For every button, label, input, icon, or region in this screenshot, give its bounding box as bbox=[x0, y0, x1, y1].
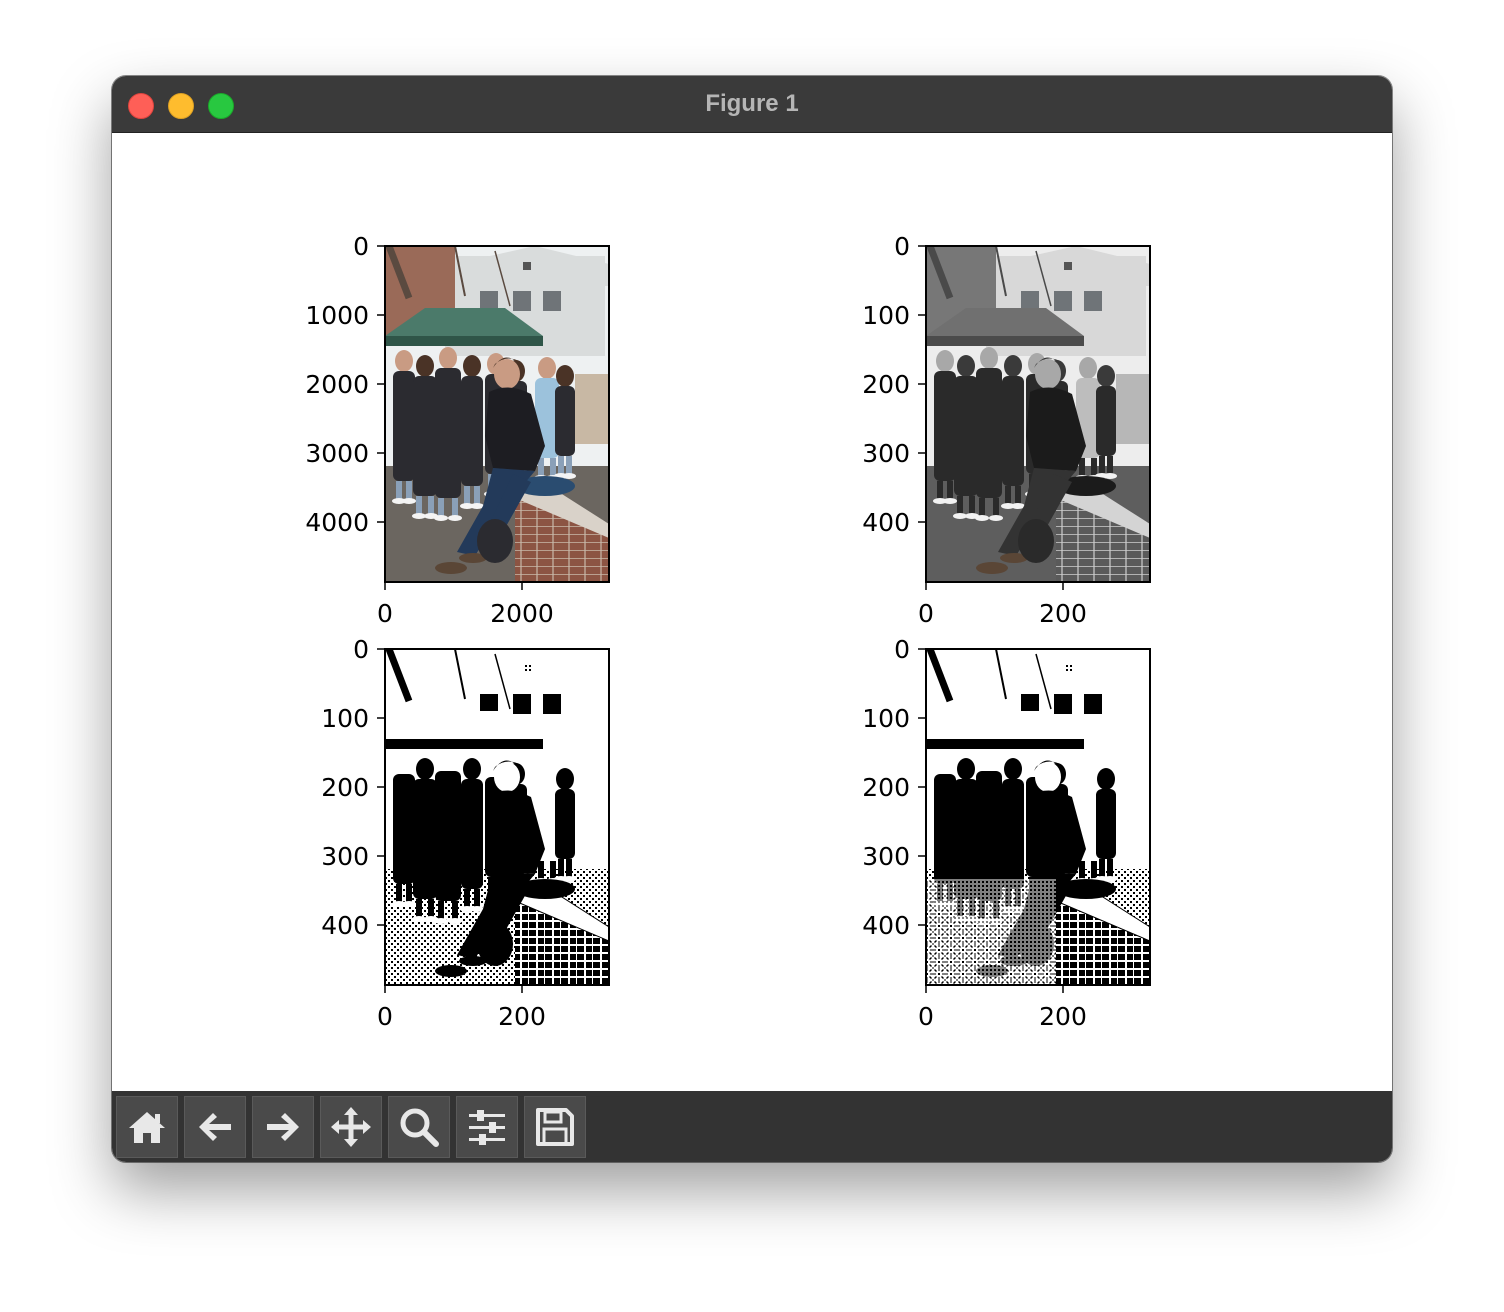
y-tick-label: 2000 bbox=[305, 370, 369, 399]
y-tick-label: 200 bbox=[862, 773, 910, 802]
back-button[interactable] bbox=[184, 1096, 246, 1158]
figure-svg[interactable]: 010002000300040000 200001002003004000 2000… bbox=[112, 133, 1392, 1091]
arrow-left-icon bbox=[199, 1113, 231, 1141]
home-button[interactable] bbox=[116, 1096, 178, 1158]
dithered-image-pixels bbox=[926, 649, 1150, 985]
y-tick-label: 100 bbox=[862, 301, 910, 330]
figure-canvas[interactable]: 0 1000 2000 3000 4000 0 2000 0 100 200 300 400 0 200 0… bbox=[112, 133, 1392, 1091]
search-icon bbox=[400, 1108, 439, 1147]
y-tick-label: 300 bbox=[321, 842, 369, 871]
y-tick-label: 1000 bbox=[305, 301, 369, 330]
x-tick-label: 200 bbox=[1039, 1002, 1087, 1031]
figure-window: Figure 1 0 1000 2000 3000 4000 0 2000 0 … bbox=[112, 76, 1392, 1162]
y-tick-label: 300 bbox=[862, 842, 910, 871]
window-title: Figure 1 bbox=[705, 90, 799, 117]
y-tick-label: 400 bbox=[321, 911, 369, 940]
x-tick-label: 0 bbox=[377, 1002, 393, 1031]
y-tick-label: 4000 bbox=[305, 508, 369, 537]
configure-subplots-button[interactable] bbox=[456, 1096, 518, 1158]
threshold-image-pixels bbox=[385, 649, 609, 985]
original-color-image[interactable]: 0 1000 2000 3000 4000 0 2000 bbox=[305, 232, 610, 628]
save-icon bbox=[536, 1108, 574, 1146]
y-tick-label: 400 bbox=[862, 508, 910, 537]
y-tick-label: 100 bbox=[862, 704, 910, 733]
y-tick-label: 300 bbox=[862, 439, 910, 468]
y-tick-label: 0 bbox=[353, 232, 369, 261]
y-tick-label: 0 bbox=[353, 635, 369, 664]
x-tick-label: 2000 bbox=[490, 599, 554, 628]
sliders-icon bbox=[469, 1110, 505, 1145]
forward-button[interactable] bbox=[252, 1096, 314, 1158]
threshold-image[interactable]: 0 100 200 300 400 0 200 bbox=[321, 635, 610, 1031]
original-color-image-pixels bbox=[385, 246, 609, 582]
navigation-toolbar bbox=[112, 1091, 1392, 1162]
y-tick-label: 0 bbox=[894, 232, 910, 261]
x-tick-label: 0 bbox=[918, 599, 934, 628]
y-tick-label: 200 bbox=[321, 773, 369, 802]
grayscale-image-pixels bbox=[926, 246, 1150, 582]
y-tick-label: 3000 bbox=[305, 439, 369, 468]
pan-button[interactable] bbox=[320, 1096, 382, 1158]
x-tick-label: 0 bbox=[918, 1002, 934, 1031]
title-bar[interactable]: Figure 1 bbox=[112, 76, 1392, 133]
y-tick-label: 200 bbox=[862, 370, 910, 399]
y-tick-label: 400 bbox=[862, 911, 910, 940]
y-tick-label: 0 bbox=[894, 635, 910, 664]
x-tick-label: 0 bbox=[377, 599, 393, 628]
move-icon bbox=[331, 1107, 371, 1147]
dithered-image[interactable]: 0 100 200 300 400 0 200 bbox=[862, 635, 1151, 1031]
home-icon bbox=[129, 1112, 165, 1143]
zoom-button[interactable] bbox=[388, 1096, 450, 1158]
arrow-right-icon bbox=[267, 1113, 299, 1141]
y-tick-label: 100 bbox=[321, 704, 369, 733]
x-tick-label: 200 bbox=[1039, 599, 1087, 628]
x-tick-label: 200 bbox=[498, 1002, 546, 1031]
grayscale-image[interactable]: 0 100 200 300 400 0 200 bbox=[862, 232, 1151, 628]
save-button[interactable] bbox=[524, 1096, 586, 1158]
